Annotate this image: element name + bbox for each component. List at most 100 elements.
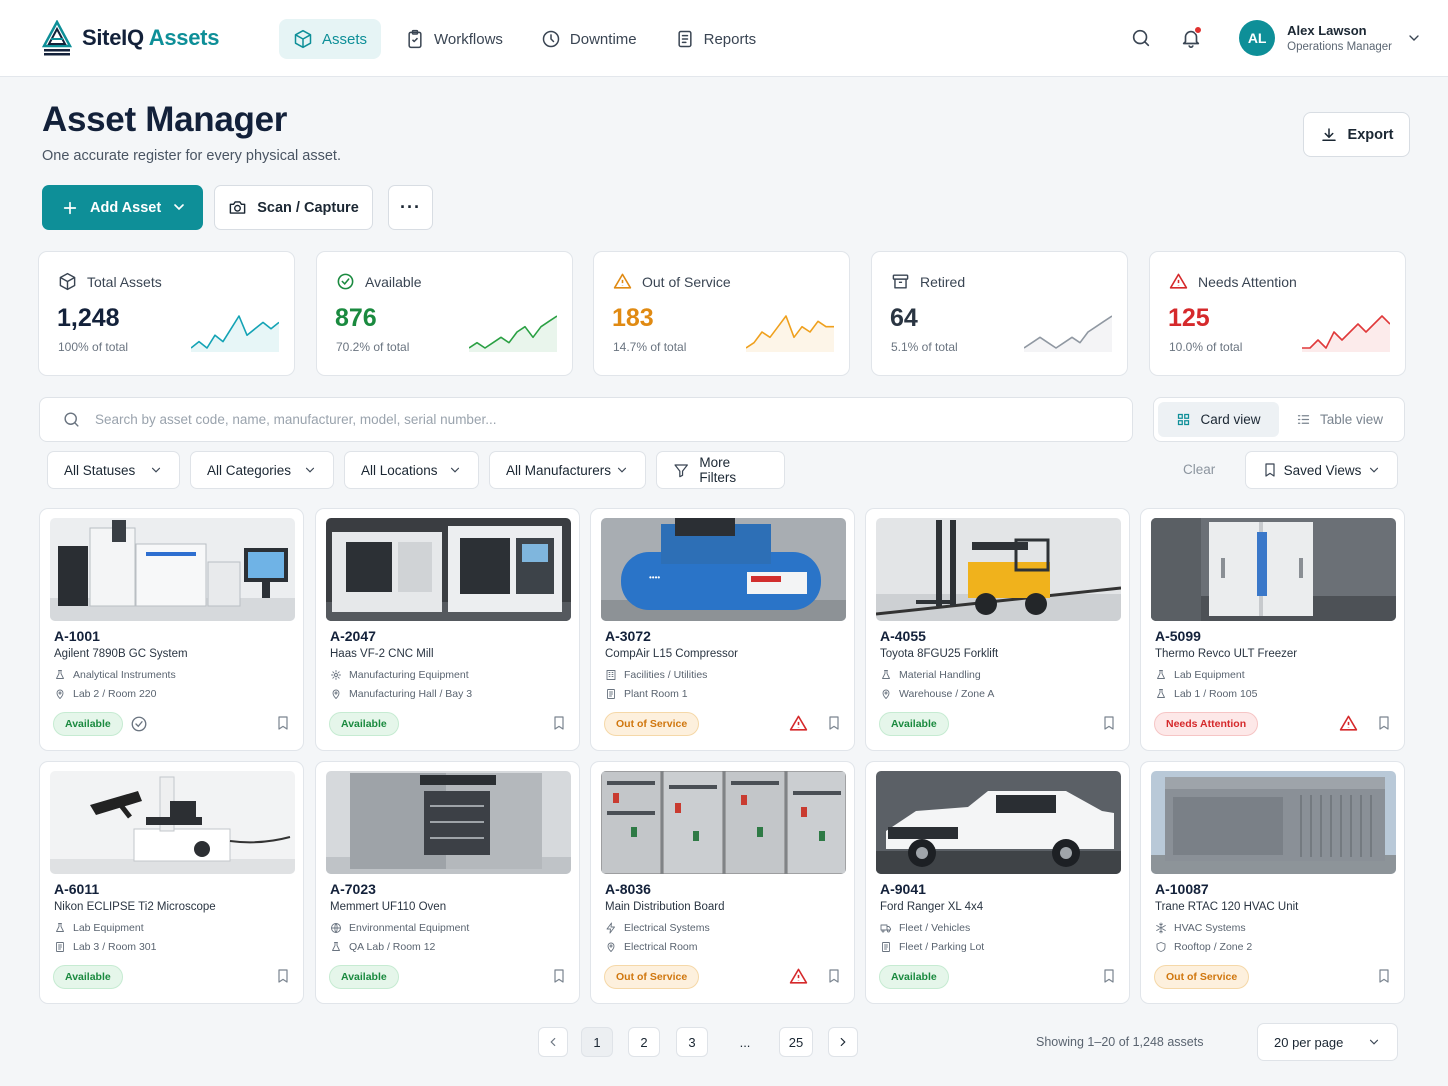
- user-info[interactable]: Alex Lawson Operations Manager: [1287, 23, 1392, 53]
- asset-card[interactable]: •••• A-3072 CompAir L15 Compressor Faciliti…: [590, 508, 855, 751]
- asset-code[interactable]: A-6011: [54, 881, 99, 897]
- chevron-down-icon[interactable]: [171, 199, 187, 215]
- status-badge: Available: [53, 965, 123, 989]
- stat-label: Total Assets: [87, 273, 162, 290]
- status-badge: Available: [879, 965, 949, 989]
- asset-card[interactable]: A-6011 Nikon ECLIPSE Ti2 Microscope Lab Eq…: [39, 761, 304, 1004]
- avatar[interactable]: AL: [1239, 20, 1276, 56]
- asset-location-label: Lab 2 / Room 220: [73, 688, 157, 700]
- bookmark-icon[interactable]: [551, 714, 567, 732]
- bookmark-icon[interactable]: [275, 967, 291, 985]
- asset-photo: [1151, 771, 1396, 874]
- bookmark-icon[interactable]: [826, 714, 842, 732]
- asset-code[interactable]: A-4055: [880, 628, 926, 644]
- filter-icon: [674, 463, 688, 477]
- nav-reports-label: Reports: [703, 30, 757, 48]
- notifications-button[interactable]: [1171, 18, 1211, 58]
- pin-icon: [56, 689, 64, 699]
- asset-category-label: Lab Equipment: [73, 922, 144, 934]
- gear-icon: [331, 670, 341, 680]
- status-badge: Available: [329, 712, 399, 736]
- bookmark-icon[interactable]: [826, 967, 842, 985]
- asset-card[interactable]: A-10087 Trane RTAC 120 HVAC Unit HVAC Syst…: [1140, 761, 1405, 1004]
- search-input[interactable]: [95, 412, 995, 427]
- more-filters-button[interactable]: More Filters: [656, 451, 785, 489]
- clear-filters-link[interactable]: Clear: [1183, 462, 1215, 477]
- bookmark-icon[interactable]: [551, 967, 567, 985]
- asset-card[interactable]: A-5099 Thermo Revco ULT Freezer Lab Equipm…: [1140, 508, 1405, 751]
- per-page-dropdown[interactable]: 20 per page: [1257, 1023, 1398, 1061]
- asset-location-label: Warehouse / Zone A: [899, 688, 995, 700]
- asset-card[interactable]: A-9041 Ford Ranger XL 4x4 Fleet / Vehicles…: [865, 761, 1130, 1004]
- sparkline-chart: [191, 315, 279, 352]
- bookmark-icon[interactable]: [275, 714, 291, 732]
- more-actions-button[interactable]: ···: [388, 185, 433, 230]
- nav-reports[interactable]: Reports: [661, 19, 771, 59]
- add-asset-button[interactable]: Add Asset: [42, 185, 203, 230]
- asset-code[interactable]: A-3072: [605, 628, 651, 644]
- pagination-page-2[interactable]: 2: [628, 1027, 660, 1057]
- brand-logo[interactable]: SiteIQ Assets: [42, 20, 219, 56]
- status-badge: Out of Service: [604, 712, 700, 736]
- table-view-button[interactable]: Table view: [1279, 402, 1400, 437]
- asset-code[interactable]: A-2047: [330, 628, 376, 644]
- stat-header: Total Assets: [58, 272, 162, 291]
- cube-icon: [294, 29, 312, 49]
- cube-icon: [59, 272, 76, 291]
- bookmark-icon[interactable]: [1101, 714, 1117, 732]
- top-right-actions: AL Alex Lawson Operations Manager: [1121, 18, 1422, 58]
- asset-code[interactable]: A-9041: [880, 881, 926, 897]
- stat-header: Out of Service: [613, 272, 731, 291]
- stat-value: 183: [612, 304, 654, 332]
- pin-icon: [332, 689, 340, 699]
- stat-card-retired[interactable]: Retired 64 5.1% of total: [871, 251, 1128, 376]
- asset-card[interactable]: A-7023 Memmert UF110 Oven Environmental Eq…: [315, 761, 580, 1004]
- pagination-page-1[interactable]: 1: [581, 1027, 613, 1057]
- asset-photo: [50, 518, 295, 621]
- stat-card-available[interactable]: Available 876 70.2% of total: [316, 251, 573, 376]
- asset-card[interactable]: A-4055 Toyota 8FGU25 Forklift Material Han…: [865, 508, 1130, 751]
- bookmark-icon[interactable]: [1101, 967, 1117, 985]
- pin-icon: [882, 689, 890, 699]
- asset-photo: ••••: [601, 518, 846, 621]
- stat-card-out-of-service[interactable]: Out of Service 183 14.7% of total: [593, 251, 850, 376]
- nav-assets[interactable]: Assets: [279, 19, 382, 59]
- asset-card[interactable]: A-1001 Agilent 7890B GC System Analytical …: [39, 508, 304, 751]
- asset-code[interactable]: A-1001: [54, 628, 100, 644]
- pagination-next-button[interactable]: [828, 1027, 858, 1057]
- asset-location-label: Lab 1 / Room 105: [1174, 688, 1258, 700]
- asset-name: Thermo Revco ULT Freezer: [1155, 648, 1298, 660]
- asset-card[interactable]: A-2047 Haas VF-2 CNC Mill Manufacturing Eq…: [315, 508, 580, 751]
- alert-triangle-icon: [1169, 273, 1188, 289]
- bookmark-icon[interactable]: [1376, 967, 1392, 985]
- asset-code[interactable]: A-10087: [1155, 881, 1209, 897]
- export-label: Export: [1347, 126, 1394, 143]
- search-icon: [1132, 29, 1150, 47]
- export-button[interactable]: Export: [1303, 112, 1410, 157]
- search-button[interactable]: [1121, 18, 1161, 58]
- asset-code[interactable]: A-5099: [1155, 628, 1201, 644]
- scan-capture-button[interactable]: Scan / Capture: [214, 185, 373, 230]
- status-filter[interactable]: All Statuses: [47, 451, 180, 489]
- category-filter[interactable]: All Categories: [190, 451, 334, 489]
- chevron-down-icon[interactable]: [1406, 30, 1422, 46]
- pagination-prev-button[interactable]: [538, 1027, 568, 1057]
- location-filter[interactable]: All Locations: [344, 451, 479, 489]
- asset-code[interactable]: A-7023: [330, 881, 376, 897]
- pagination-page-25[interactable]: 25: [779, 1027, 813, 1057]
- asset-category: Fleet / Vehicles: [880, 922, 970, 934]
- bookmark-icon[interactable]: [1376, 714, 1392, 732]
- nav-workflows[interactable]: Workflows: [391, 19, 517, 59]
- asset-category: Environmental Equipment: [330, 922, 469, 934]
- asset-code[interactable]: A-8036: [605, 881, 651, 897]
- status-badge: Needs Attention: [1154, 712, 1259, 736]
- stat-card-total-assets[interactable]: Total Assets 1,248 100% of total: [38, 251, 295, 376]
- pagination-page-3[interactable]: 3: [676, 1027, 708, 1057]
- manufacturer-filter[interactable]: All Manufacturers: [489, 451, 646, 489]
- pin-icon: [607, 942, 615, 952]
- nav-downtime[interactable]: Downtime: [527, 19, 651, 59]
- stat-card-needs-attention[interactable]: Needs Attention 125 10.0% of total: [1149, 251, 1406, 376]
- card-view-button[interactable]: Card view: [1158, 402, 1279, 437]
- saved-views-dropdown[interactable]: Saved Views: [1245, 451, 1398, 489]
- asset-card[interactable]: A-8036 Main Distribution Board Electrical …: [590, 761, 855, 1004]
